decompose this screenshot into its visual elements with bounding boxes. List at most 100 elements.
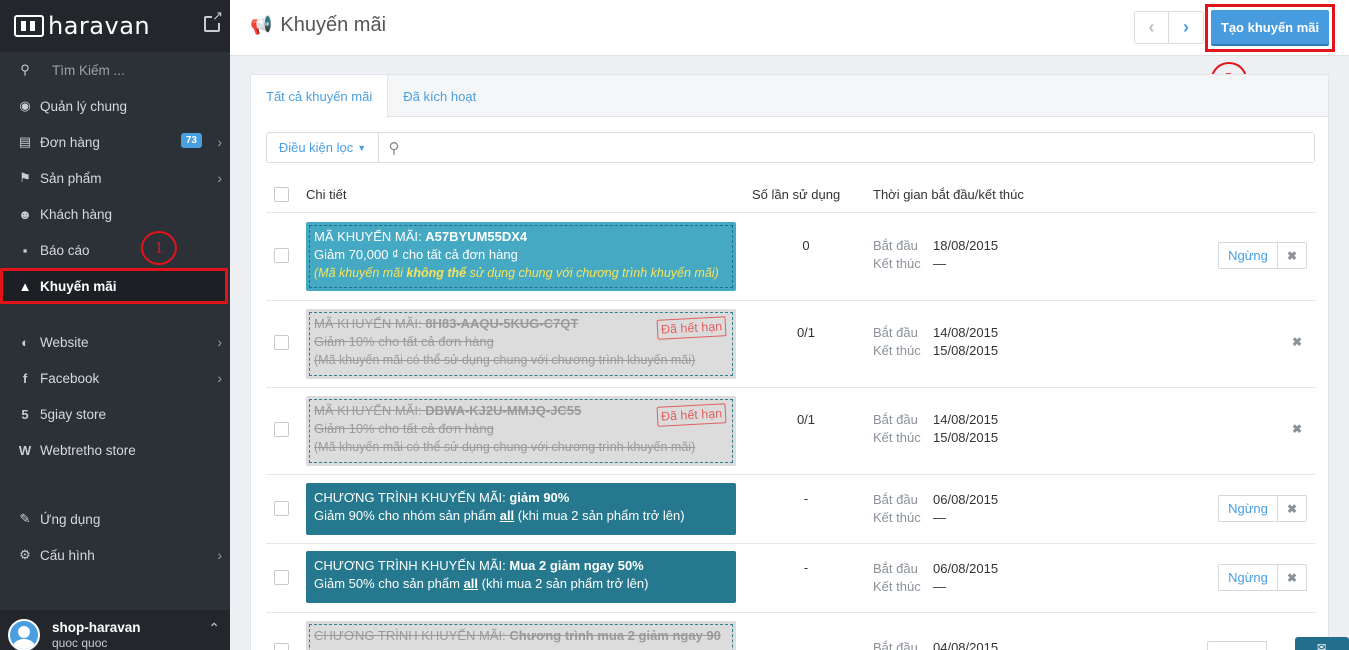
search-icon: ⚲ xyxy=(20,62,30,77)
promotion-card[interactable]: CHƯƠNG TRÌNH KHUYẾN MÃI: giảm 90% Giảm 9… xyxy=(306,483,736,535)
sidebar-item-label: Báo cáo xyxy=(40,242,90,258)
sidebar-item-5giay[interactable]: 5 5giay store xyxy=(0,396,230,432)
sidebar-item-label: Quản lý chung xyxy=(40,98,128,114)
chevron-up-icon[interactable]: ⌃ xyxy=(208,620,220,637)
search-input[interactable] xyxy=(409,133,1314,162)
sidebar-item-webtretho[interactable]: W Webtretho store xyxy=(0,432,230,468)
column-header-time: Thời gian bắt đầu/kết thúc xyxy=(873,187,1024,202)
sidebar-item-label: Đơn hàng xyxy=(40,134,100,150)
prev-page-button[interactable]: ‹ xyxy=(1134,11,1169,44)
column-header-uses: Số lần sử dụng xyxy=(752,187,841,202)
megaphone-icon: 📢 xyxy=(250,15,273,35)
sidebar-item-facebook[interactable]: f Facebook › xyxy=(0,360,230,396)
sidebar-item-reports[interactable]: ▪ Báo cáo xyxy=(0,232,230,268)
user-name: shop-haravan xyxy=(52,620,141,635)
sidebar-item-label: Khuyến mãi xyxy=(40,278,117,294)
table-row: MÃ KHUYẾN MÃI: DBWA-KJ2U-MMJQ-JC55 Giảm … xyxy=(266,388,1315,475)
tab-activated[interactable]: Đã kích hoạt xyxy=(388,75,491,117)
sidebar-item-label: Webtretho store xyxy=(40,442,136,458)
search-icon: ⚲ xyxy=(388,139,400,157)
megaphone-icon: ▲ xyxy=(18,278,32,294)
sidebar-item-label: 5giay store xyxy=(40,406,107,422)
row-checkbox[interactable] xyxy=(274,570,289,585)
sidebar-item-label: Website xyxy=(40,334,89,350)
sidebar-item-settings[interactable]: ⚙ Cấu hình › xyxy=(0,537,230,573)
promotion-card-expired[interactable]: CHƯƠNG TRÌNH KHUYẾN MÃI: Chương trình mu… xyxy=(306,621,736,650)
promo-code: A57BYUM55DX4 xyxy=(425,229,528,244)
5giay-icon: 5 xyxy=(21,406,29,422)
usage-count: 0/1 xyxy=(796,325,816,340)
usage-count: - xyxy=(803,560,809,575)
annotation-marker-1: 1 xyxy=(141,231,177,265)
sidebar-item-label: Cấu hình xyxy=(40,547,95,563)
promotion-card-expired[interactable]: MÃ KHUYẾN MÃI: 8H83-AAQU-5KUG-C7QT Giảm … xyxy=(306,309,736,379)
promo-title-prefix: MÃ KHUYẾN MÃI: xyxy=(314,229,426,244)
external-link-icon[interactable] xyxy=(204,9,223,32)
delete-icon[interactable]: ✖ xyxy=(1277,564,1307,591)
stop-button[interactable]: Ngừng xyxy=(1218,564,1278,591)
chevron-right-icon: › xyxy=(217,170,222,186)
sidebar-item-apps[interactable]: ✎ Ứng dụng xyxy=(0,501,230,537)
dashboard-icon: ◉ xyxy=(19,98,31,113)
promo-dates: Bắt đầu 14/08/2015 Kết thúc 15/08/2015 xyxy=(873,412,999,445)
promotion-card-expired[interactable]: MÃ KHUYẾN MÃI: DBWA-KJ2U-MMJQ-JC55 Giảm … xyxy=(306,396,736,466)
promo-note: (Mã khuyến mãi không thể sử dụng chung v… xyxy=(314,266,719,280)
sidebar-item-orders[interactable]: ▤ Đơn hàng 73 › xyxy=(0,124,230,160)
promo-dates: Bắt đầu 18/08/2015 Kết thúc — xyxy=(873,238,999,271)
stop-button[interactable] xyxy=(1207,641,1267,650)
delete-icon[interactable]: ✖ xyxy=(1292,335,1302,349)
delete-icon[interactable]: ✖ xyxy=(1277,242,1307,269)
row-checkbox[interactable] xyxy=(274,643,289,650)
sidebar-item-products[interactable]: ⚑ Sản phẩm › xyxy=(0,160,230,196)
product-group-link[interactable]: all xyxy=(500,508,514,523)
tabs: Tất cả khuyến mãi Đã kích hoạt xyxy=(251,75,1328,118)
table-row: MÃ KHUYẾN MÃI: 8H83-AAQU-5KUG-C7QT Giảm … xyxy=(266,301,1315,388)
row-checkbox[interactable] xyxy=(274,501,289,516)
sidebar-item-overview[interactable]: ◉ Quản lý chung xyxy=(0,88,230,124)
row-checkbox[interactable] xyxy=(274,335,289,350)
user-subname: quoc quoc xyxy=(52,636,108,650)
haravan-logo-icon xyxy=(14,15,44,37)
sidebar-search[interactable]: ⚲ Tìm Kiếm ... xyxy=(0,52,230,88)
sidebar-item-label: Ứng dụng xyxy=(40,511,101,527)
expired-badge: Đã hết hạn xyxy=(656,403,727,427)
column-header-detail: Chi tiết xyxy=(306,187,347,202)
tags-icon: ⚑ xyxy=(19,170,31,185)
avatar xyxy=(8,619,40,650)
facebook-icon: f xyxy=(22,370,28,386)
user-menu[interactable]: shop-haravan quoc quoc ⌃ xyxy=(0,610,230,650)
sidebar-item-label: Khách hàng xyxy=(40,206,113,222)
delete-icon[interactable]: ✖ xyxy=(1277,495,1307,522)
row-checkbox[interactable] xyxy=(274,248,289,263)
promo-description: Giảm 70,000 ₫ cho tất cả đơn hàng xyxy=(314,247,518,262)
stop-button[interactable]: Ngừng xyxy=(1218,495,1278,522)
logo[interactable]: haravan xyxy=(0,0,230,52)
chevron-right-icon: › xyxy=(217,370,222,386)
expired-badge: Đã hết hạn xyxy=(656,316,727,340)
inbox-icon: ▤ xyxy=(18,134,32,149)
tab-all-promotions[interactable]: Tất cả khuyến mãi xyxy=(251,75,389,118)
sidebar-item-promotions[interactable]: ▲ Khuyến mãi xyxy=(0,268,228,304)
filter-label: Điều kiện lọc xyxy=(278,140,354,155)
sidebar-item-customers[interactable]: ☻ Khách hàng xyxy=(0,196,230,232)
stop-button[interactable]: Ngừng xyxy=(1218,242,1278,269)
product-link[interactable]: all xyxy=(464,576,478,591)
promotion-card[interactable]: MÃ KHUYẾN MÃI: A57BYUM55DX4 Giảm 70,000 … xyxy=(306,222,736,291)
pager: ‹ › xyxy=(1134,11,1204,44)
create-promotion-button[interactable]: Tạo khuyến mãi xyxy=(1211,10,1329,46)
caret-down-icon: ▼ xyxy=(357,142,367,153)
select-all-checkbox[interactable] xyxy=(274,187,289,202)
sidebar-item-website[interactable]: ◐ Website › xyxy=(0,324,230,360)
usage-count: - xyxy=(803,491,809,506)
next-page-button[interactable]: › xyxy=(1169,11,1204,44)
filter-dropdown-button[interactable]: Điều kiện lọc ▼ xyxy=(267,133,379,162)
sidebar: haravan ⚲ Tìm Kiếm ... ◉ Quản lý chung ▤… xyxy=(0,0,230,650)
gear-icon: ⚙ xyxy=(19,547,31,562)
globe-icon: ◐ xyxy=(21,334,29,350)
promo-dates: Bắt đầu 14/08/2015 Kết thúc 15/08/2015 xyxy=(873,325,999,358)
promotion-card[interactable]: CHƯƠNG TRÌNH KHUYẾN MÃI: Mua 2 giảm ngay… xyxy=(306,551,736,603)
chat-widget-button[interactable]: ✉ xyxy=(1295,637,1349,650)
delete-icon[interactable]: ✖ xyxy=(1292,422,1302,436)
apps-icon: ✎ xyxy=(19,511,31,526)
row-checkbox[interactable] xyxy=(274,422,289,437)
